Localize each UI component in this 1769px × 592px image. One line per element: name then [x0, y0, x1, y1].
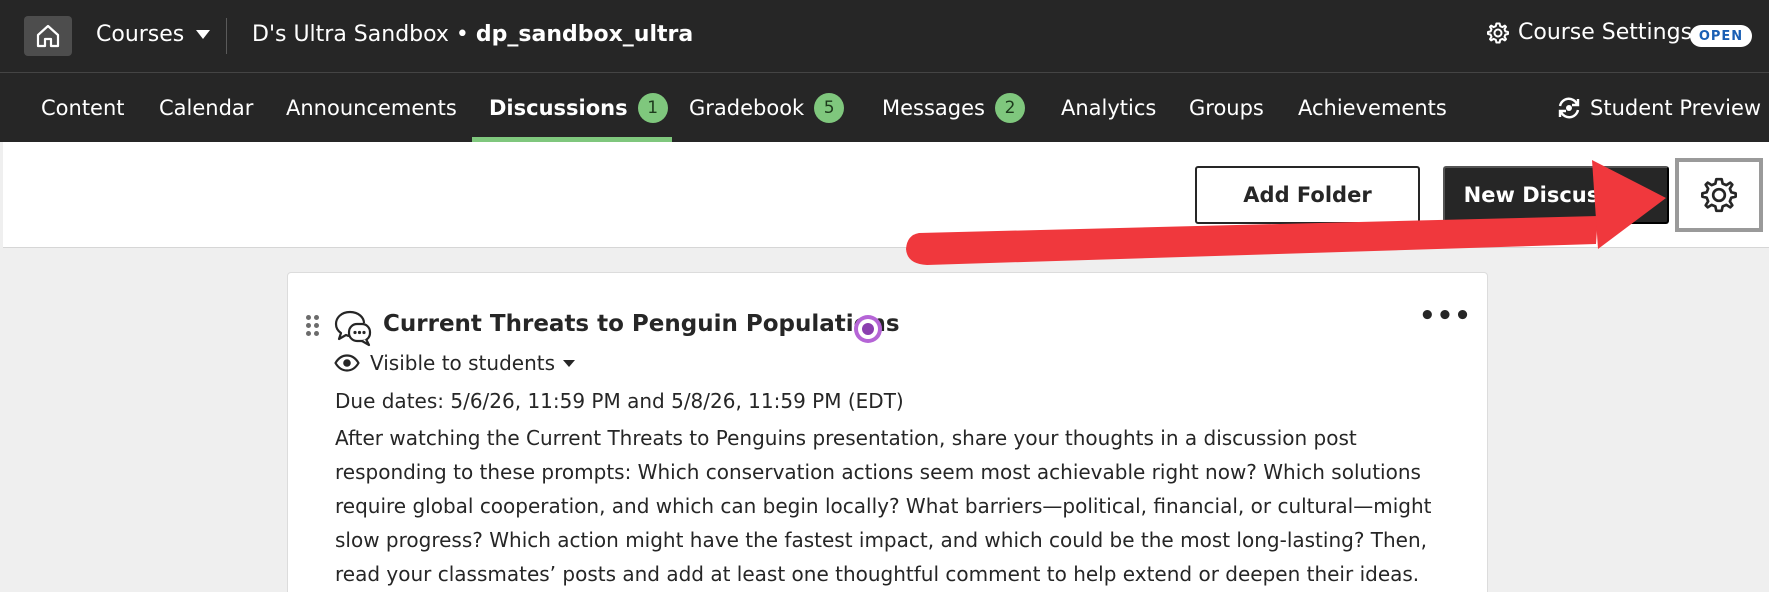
tab-gradebook[interactable]: Gradebook 5	[689, 73, 845, 143]
gear-icon	[1487, 22, 1509, 43]
course-code: dp_sandbox_ultra	[475, 22, 694, 47]
gradebook-count-badge: 5	[814, 93, 845, 123]
tab-groups[interactable]: Groups	[1189, 73, 1264, 143]
tab-analytics[interactable]: Analytics	[1061, 73, 1156, 143]
description-line: After watching the Current Threats to Pe…	[335, 426, 1357, 450]
course-nav: Content Calendar Announcements Discussio…	[0, 72, 1769, 143]
tab-label: Analytics	[1061, 96, 1157, 120]
tab-label: Announcements	[286, 96, 457, 120]
course-settings-link[interactable]: Course Settings	[1486, 20, 1692, 45]
gear-icon	[1701, 177, 1737, 213]
more-options-button[interactable]: •••	[1419, 301, 1472, 331]
new-discussion-button[interactable]: New Discussion	[1443, 166, 1669, 224]
courses-label: Courses	[96, 22, 185, 47]
discussion-card[interactable]: Current Threats to Penguin Populations •…	[287, 272, 1488, 592]
visibility-label: Visible to students	[370, 351, 555, 375]
discussion-description: After watching the Current Threats to Pe…	[335, 421, 1432, 591]
tab-label: Gradebook	[689, 96, 805, 120]
tab-calendar[interactable]: Calendar	[159, 73, 253, 143]
eye-icon	[334, 354, 360, 372]
tab-label: Achievements	[1298, 96, 1447, 120]
course-name: D's Ultra Sandbox •	[252, 22, 469, 47]
open-status-badge: OPEN	[1690, 25, 1752, 47]
description-line: slow progress? Which action might have t…	[335, 528, 1428, 552]
description-line: read your classmates’ posts and add at l…	[335, 562, 1420, 586]
tab-achievements[interactable]: Achievements	[1298, 73, 1447, 143]
student-preview-button[interactable]: Student Preview	[1556, 73, 1761, 143]
tab-announcements[interactable]: Announcements	[286, 73, 457, 143]
description-line: require global cooperation, and which ca…	[335, 494, 1432, 518]
chevron-down-icon	[196, 30, 211, 39]
top-bar: Courses D's Ultra Sandbox • dp_sandbox_u…	[0, 0, 1769, 72]
messages-count-badge: 2	[994, 93, 1025, 123]
tab-label: Messages	[882, 96, 985, 120]
description-line: responding to these prompts: Which conse…	[335, 460, 1421, 484]
tab-label: Discussions	[489, 96, 628, 120]
tab-messages[interactable]: Messages 2	[882, 73, 1025, 143]
home-button[interactable]	[24, 16, 72, 56]
visibility-dropdown[interactable]: Visible to students	[334, 351, 575, 375]
discussions-toolbar: Add Folder New Discussion	[3, 142, 1769, 248]
discussion-title[interactable]: Current Threats to Penguin Populations	[383, 311, 900, 337]
discussion-icon	[334, 310, 372, 347]
refresh-icon	[1558, 97, 1580, 119]
chevron-down-icon	[563, 359, 575, 367]
discussions-count-badge: 1	[637, 93, 668, 123]
status-indicator-icon	[854, 315, 882, 343]
drag-handle-icon[interactable]	[306, 315, 320, 337]
tab-label: Calendar	[159, 96, 254, 120]
courses-menu[interactable]: Courses	[96, 22, 211, 47]
discussion-settings-gear[interactable]	[1675, 158, 1763, 232]
due-dates: Due dates: 5/6/26, 11:59 PM and 5/8/26, …	[335, 389, 904, 413]
tab-label: Groups	[1189, 96, 1264, 120]
student-preview-label: Student Preview	[1590, 96, 1762, 120]
tab-content[interactable]: Content	[41, 73, 125, 143]
tab-label: Content	[41, 96, 125, 120]
course-settings-label: Course Settings	[1518, 20, 1693, 45]
tab-discussions[interactable]: Discussions 1	[489, 73, 668, 143]
home-icon	[36, 24, 60, 48]
course-title: D's Ultra Sandbox • dp_sandbox_ultra	[252, 22, 693, 47]
divider	[226, 18, 227, 54]
add-folder-button[interactable]: Add Folder	[1195, 166, 1420, 224]
